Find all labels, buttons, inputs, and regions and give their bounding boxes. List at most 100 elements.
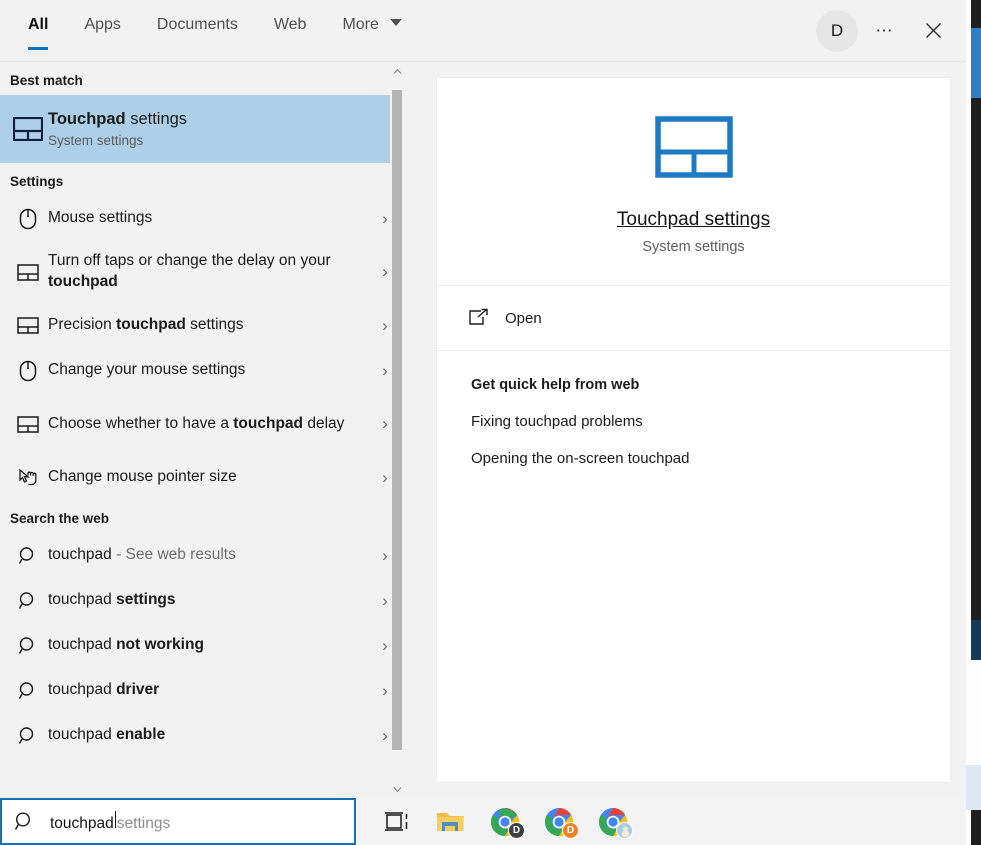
search-web-header: Search the web (0, 500, 404, 533)
list-item-web-touchpad-enable[interactable]: touchpad enable › (0, 713, 404, 758)
list-item-label-bold: touchpad (48, 273, 118, 290)
list-item-label: Mouse settings (48, 208, 374, 229)
chrome-profile-d-orange-button[interactable]: D (532, 798, 586, 845)
search-input[interactable]: touchpad settings (0, 798, 356, 845)
tab-apps[interactable]: Apps (66, 0, 138, 61)
list-item-label: Precision touchpad settings (48, 315, 374, 336)
search-icon (14, 811, 50, 832)
touchpad-icon (8, 416, 48, 433)
open-button-label: Open (505, 310, 542, 327)
scrollbar-track[interactable] (392, 80, 402, 780)
preview-subtitle: System settings (447, 239, 940, 255)
search-header: All Apps Documents Web More (0, 0, 966, 62)
background-window-highlight (971, 28, 981, 98)
scrollbar-thumb[interactable] (392, 90, 402, 750)
search-input-suggestion: settings (117, 815, 170, 833)
list-item-label: Turn off taps or change the delay on you… (48, 251, 374, 293)
list-item-label: touchpad - See web results (48, 545, 374, 566)
search-body: Best match Touchpad settings System sett… (0, 62, 966, 798)
scroll-down-button[interactable] (390, 780, 404, 798)
list-item-pointer-size[interactable]: Change mouse pointer size › (0, 455, 404, 500)
tab-more-label: More (342, 16, 378, 33)
list-item-label-part: Turn off taps or change the delay on you… (48, 252, 331, 269)
list-item-label: Choose whether to have a touchpad delay (48, 414, 374, 435)
list-item-web-touchpad-not-working[interactable]: touchpad not working › (0, 623, 404, 668)
list-item-label: Change mouse pointer size (48, 467, 374, 488)
list-item-label: touchpad settings (48, 590, 374, 611)
mouse-icon (8, 360, 48, 382)
touchpad-icon (8, 117, 48, 141)
list-item-label-bold: enable (116, 726, 165, 743)
taskbar: touchpad settings (0, 798, 966, 845)
search-icon (8, 726, 48, 746)
list-item-label-bold: touchpad (116, 316, 186, 333)
mouse-icon (8, 208, 48, 230)
list-item-label-bold: settings (116, 591, 175, 608)
list-item-label-part: touchpad (48, 636, 116, 653)
list-item-mouse-settings[interactable]: Mouse settings › (0, 196, 404, 241)
touchpad-icon (655, 116, 733, 178)
best-match-header: Best match (0, 62, 404, 95)
profile-badge-photo (616, 822, 633, 839)
tab-documents[interactable]: Documents (139, 0, 256, 61)
list-item-label-part2: settings (186, 316, 244, 333)
preview-web-help-header: Get quick help from web (471, 377, 950, 393)
search-flyout: All Apps Documents Web More (0, 0, 966, 798)
file-explorer-button[interactable] (424, 798, 478, 845)
pointer-hand-icon (8, 467, 48, 489)
list-item-label-part: Choose whether to have a (48, 415, 233, 432)
preview-actions: Open (437, 286, 950, 351)
results-scrollbar[interactable] (390, 62, 404, 798)
preview-hero: Touchpad settings System settings (437, 78, 950, 286)
profile-badge: D (508, 822, 525, 839)
tab-web[interactable]: Web (256, 0, 325, 61)
task-view-button[interactable] (370, 798, 424, 845)
list-item-label: Change your mouse settings (48, 360, 374, 381)
list-item-web-touchpad[interactable]: touchpad - See web results › (0, 533, 404, 578)
result-best-match-text: Touchpad settings System settings (48, 108, 396, 150)
chrome-profile-d-dark-button[interactable]: D (478, 798, 532, 845)
list-item-label-bold: driver (116, 681, 159, 698)
list-item-touchpad-delay[interactable]: Choose whether to have a touchpad delay … (0, 393, 404, 455)
list-item-precision-touchpad[interactable]: Precision touchpad settings › (0, 303, 404, 348)
chrome-icon (598, 807, 628, 837)
tab-all[interactable]: All (10, 0, 66, 61)
profile-badge: D (562, 822, 579, 839)
taskbar-items: D D (356, 798, 640, 845)
scroll-up-button[interactable] (390, 62, 404, 80)
chrome-profile-photo-button[interactable] (586, 798, 640, 845)
tab-documents-label: Documents (157, 16, 238, 33)
list-item-label: touchpad driver (48, 680, 374, 701)
ellipsis-icon: ⋯ (876, 21, 895, 41)
more-options-button[interactable]: ⋯ (864, 10, 906, 52)
tab-more[interactable]: More (324, 0, 420, 61)
list-item-change-mouse-settings[interactable]: Change your mouse settings › (0, 348, 404, 393)
preview-web-help-link-2[interactable]: Opening the on-screen touchpad (471, 450, 950, 467)
avatar[interactable]: D (816, 10, 858, 52)
open-external-icon (467, 308, 489, 328)
tab-all-label: All (28, 16, 48, 33)
result-best-match[interactable]: Touchpad settings System settings (0, 95, 404, 163)
result-best-match-title-bold: Touchpad (48, 110, 126, 128)
tab-apps-label: Apps (84, 16, 120, 33)
profile-badge-label: D (567, 825, 574, 836)
preview-web-help-link-1[interactable]: Fixing touchpad problems (471, 413, 950, 430)
close-button[interactable] (912, 10, 954, 52)
list-item-turn-off-taps[interactable]: Turn off taps or change the delay on you… (0, 241, 404, 303)
search-input-text: touchpad settings (50, 811, 170, 833)
preview-title[interactable]: Touchpad settings (447, 209, 940, 231)
list-item-label-part: touchpad (48, 681, 116, 698)
list-item-label-part: Precision (48, 316, 116, 333)
screen: All Apps Documents Web More (0, 0, 981, 845)
task-view-icon (384, 810, 410, 834)
chevron-down-icon (390, 19, 402, 26)
open-button[interactable]: Open (467, 304, 950, 332)
list-item-web-touchpad-settings[interactable]: touchpad settings › (0, 578, 404, 623)
tab-active-indicator (28, 47, 48, 50)
settings-section-header: Settings (0, 163, 404, 196)
avatar-initial: D (831, 21, 843, 41)
list-item-web-touchpad-driver[interactable]: touchpad driver › (0, 668, 404, 713)
text-caret (115, 811, 116, 828)
list-item-label-part2: delay (303, 415, 344, 432)
touchpad-icon (8, 264, 48, 281)
